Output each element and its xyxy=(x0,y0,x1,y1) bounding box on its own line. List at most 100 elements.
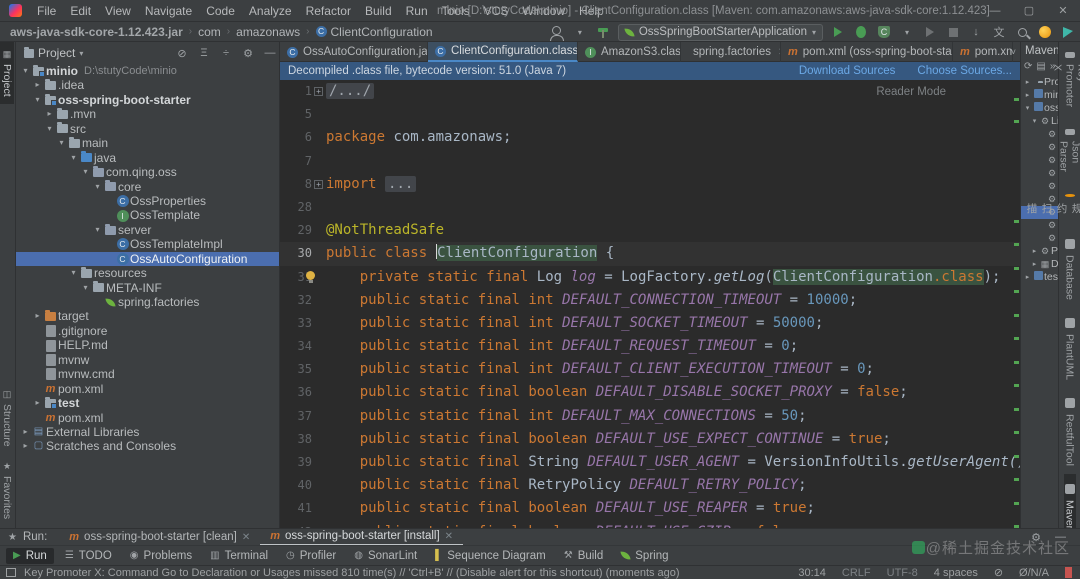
tree-chevron-icon[interactable]: ▸ xyxy=(1023,89,1032,102)
code-token[interactable] xyxy=(377,245,385,261)
project-tree-item[interactable]: ▾ main xyxy=(16,136,279,150)
tree-chevron-icon[interactable]: ▾ xyxy=(80,281,91,295)
code-line[interactable]: 31 private static final Log log = LogFac… xyxy=(280,266,1020,289)
code-token[interactable]: DEFAULT_REQUEST_TIMEOUT xyxy=(562,338,756,354)
tree-chevron-icon[interactable]: ▾ xyxy=(92,180,103,194)
project-tree-item[interactable]: ▾ core xyxy=(16,180,279,194)
build-hammer-icon[interactable] xyxy=(595,24,611,40)
stripe-mark[interactable] xyxy=(1014,431,1019,434)
code-token[interactable] xyxy=(326,500,360,516)
code-token[interactable] xyxy=(326,269,360,285)
code-line[interactable]: 5 xyxy=(280,103,1020,126)
code-token[interactable] xyxy=(326,338,360,354)
code-token[interactable] xyxy=(469,338,477,354)
breadcrumb-item[interactable]: com xyxy=(198,25,221,39)
menu-view[interactable]: View xyxy=(98,0,138,22)
maven-tree-item[interactable]: ⚙test xyxy=(1021,167,1058,180)
code-token[interactable]: DEFAULT_USE_EXPECT_CONTINUE xyxy=(596,431,824,447)
maven-tree-item[interactable]: ⚙deploy xyxy=(1021,232,1058,245)
project-tree-item[interactable]: ▸ ▤ External Libraries xyxy=(16,425,279,439)
fold-marker-icon[interactable]: + xyxy=(314,87,323,96)
code-token[interactable]: ; xyxy=(807,500,815,516)
run-configuration-select[interactable]: OssSpringBootStarterApplication ▾ xyxy=(617,23,823,41)
code-token[interactable]: ; xyxy=(899,384,907,400)
sidebar-tool-plantuml[interactable]: PlantUML xyxy=(1064,308,1076,388)
code-token[interactable]: final xyxy=(478,408,520,424)
encoding-indicator[interactable]: UTF-8 xyxy=(887,567,918,579)
code-token[interactable] xyxy=(410,315,418,331)
project-tree-item[interactable]: ▸ target xyxy=(16,309,279,323)
code-token[interactable]: boolean xyxy=(528,431,587,447)
maven-tree-item[interactable]: ⚙validate xyxy=(1021,141,1058,154)
code-token[interactable] xyxy=(469,454,477,470)
breadcrumb-item[interactable]: aws-java-sdk-core-1.12.423.jar xyxy=(10,25,183,39)
code-token[interactable] xyxy=(554,408,562,424)
stripe-mark[interactable] xyxy=(1014,455,1019,458)
tree-chevron-icon[interactable]: ▸ xyxy=(1023,271,1032,284)
code-token[interactable]: com.amazonaws; xyxy=(385,129,511,145)
line-number[interactable]: 42 xyxy=(280,521,312,528)
code-token[interactable] xyxy=(326,361,360,377)
line-number[interactable]: 36 xyxy=(280,381,312,404)
project-tree-item[interactable]: I OssTemplate xyxy=(16,208,279,222)
user-icon[interactable] xyxy=(549,24,565,41)
code-token[interactable]: ; xyxy=(849,292,857,308)
line-number[interactable]: 41 xyxy=(280,497,312,520)
code-line[interactable]: 37 public static final int DEFAULT_MAX_C… xyxy=(280,405,1020,428)
maven-tree-item[interactable]: ▸ test xyxy=(1021,271,1058,284)
line-number[interactable]: 29 xyxy=(280,219,312,242)
code-line[interactable]: 41 public static final boolean DEFAULT_U… xyxy=(280,497,1020,520)
tree-chevron-icon[interactable]: ▾ xyxy=(1030,115,1039,128)
code-token[interactable]: ... xyxy=(385,175,417,192)
code-token[interactable]: int xyxy=(528,292,553,308)
code-token[interactable]: Log xyxy=(528,269,570,285)
code-token[interactable]: DEFAULT_CONNECTION_TIMEOUT xyxy=(562,292,781,308)
code-token[interactable]: public xyxy=(360,292,411,308)
code-token[interactable]: public xyxy=(360,384,411,400)
stripe-mark[interactable] xyxy=(1014,314,1019,317)
code-token[interactable] xyxy=(469,431,477,447)
toolwindow-todo[interactable]: ☰ TODO xyxy=(58,548,119,564)
editor-tab[interactable]: mpom.xml (✕ xyxy=(953,42,1013,62)
tree-chevron-icon[interactable]: ▾ xyxy=(68,151,79,165)
project-tree-item[interactable]: mvnw.cmd xyxy=(16,367,279,381)
toolwindow-profiler[interactable]: ◷ Profiler xyxy=(279,548,343,564)
run-tab[interactable]: m oss-spring-boot-starter [install] ✕ xyxy=(260,529,464,546)
code-token[interactable]: getUserAgent(); xyxy=(908,454,1020,470)
code-line[interactable]: 30 public class ClientConfiguration { xyxy=(280,242,1020,266)
toolwindow-sequence-diagram[interactable]: ▌ Sequence Diagram xyxy=(428,548,553,564)
tree-chevron-icon[interactable]: ▸ xyxy=(20,439,31,453)
code-token[interactable]: log xyxy=(571,269,596,285)
code-token[interactable]: = xyxy=(748,315,773,331)
choose-sources-link[interactable]: Choose Sources... xyxy=(917,65,1012,77)
code-token[interactable]: final xyxy=(478,384,520,400)
code-line[interactable]: 40 public static final RetryPolicy DEFAU… xyxy=(280,474,1020,497)
code-token[interactable]: int xyxy=(528,408,553,424)
code-token[interactable]: ; xyxy=(815,315,823,331)
code-token[interactable]: { xyxy=(597,245,614,261)
code-line[interactable]: 38 public static final boolean DEFAULT_U… xyxy=(280,428,1020,451)
code-token[interactable]: static xyxy=(419,477,470,493)
code-token[interactable] xyxy=(326,292,360,308)
project-tree-item[interactable]: C OssAutoConfiguration xyxy=(16,251,279,267)
collapse-all-icon[interactable]: ÷ xyxy=(217,47,235,59)
code-token[interactable] xyxy=(326,431,360,447)
code-token[interactable]: ( xyxy=(764,269,772,285)
code-token[interactable]: /.../ xyxy=(326,83,375,99)
code-token[interactable]: DEFAULT_USER_AGENT xyxy=(587,454,739,470)
run-button[interactable] xyxy=(830,24,846,40)
stripe-mark[interactable] xyxy=(1014,502,1019,505)
project-tree-item[interactable]: C OssTemplateImpl xyxy=(16,237,279,251)
menu-run[interactable]: Run xyxy=(399,0,435,22)
code-token[interactable] xyxy=(469,408,477,424)
project-tree-item[interactable]: ▾ oss-spring-boot-starter xyxy=(16,93,279,107)
code-token[interactable]: @NotThreadSafe xyxy=(326,222,444,238)
code-token[interactable]: public xyxy=(360,500,411,516)
project-tree-item[interactable]: ▾ com.qing.oss xyxy=(16,165,279,179)
tree-chevron-icon[interactable]: ▸ xyxy=(44,107,55,121)
debug-button[interactable] xyxy=(853,24,869,40)
editor-tab[interactable]: spring.factories✕ xyxy=(681,42,781,62)
code-token[interactable] xyxy=(469,384,477,400)
code-token[interactable]: DEFAULT_DISABLE_SOCKET_PROXY xyxy=(596,384,832,400)
code-token[interactable] xyxy=(587,500,595,516)
